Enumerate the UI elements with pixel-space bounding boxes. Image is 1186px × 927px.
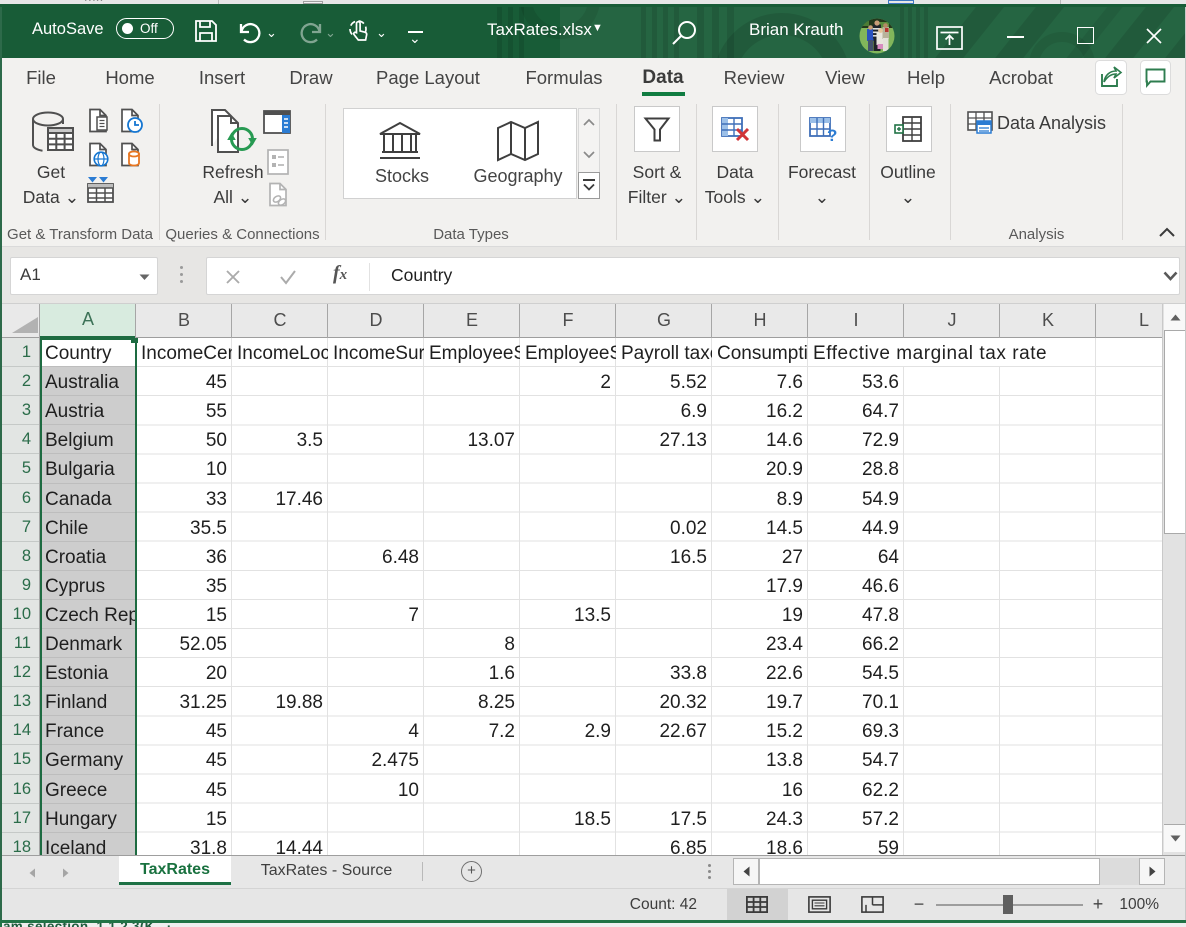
svg-text:?: ?	[827, 126, 837, 144]
